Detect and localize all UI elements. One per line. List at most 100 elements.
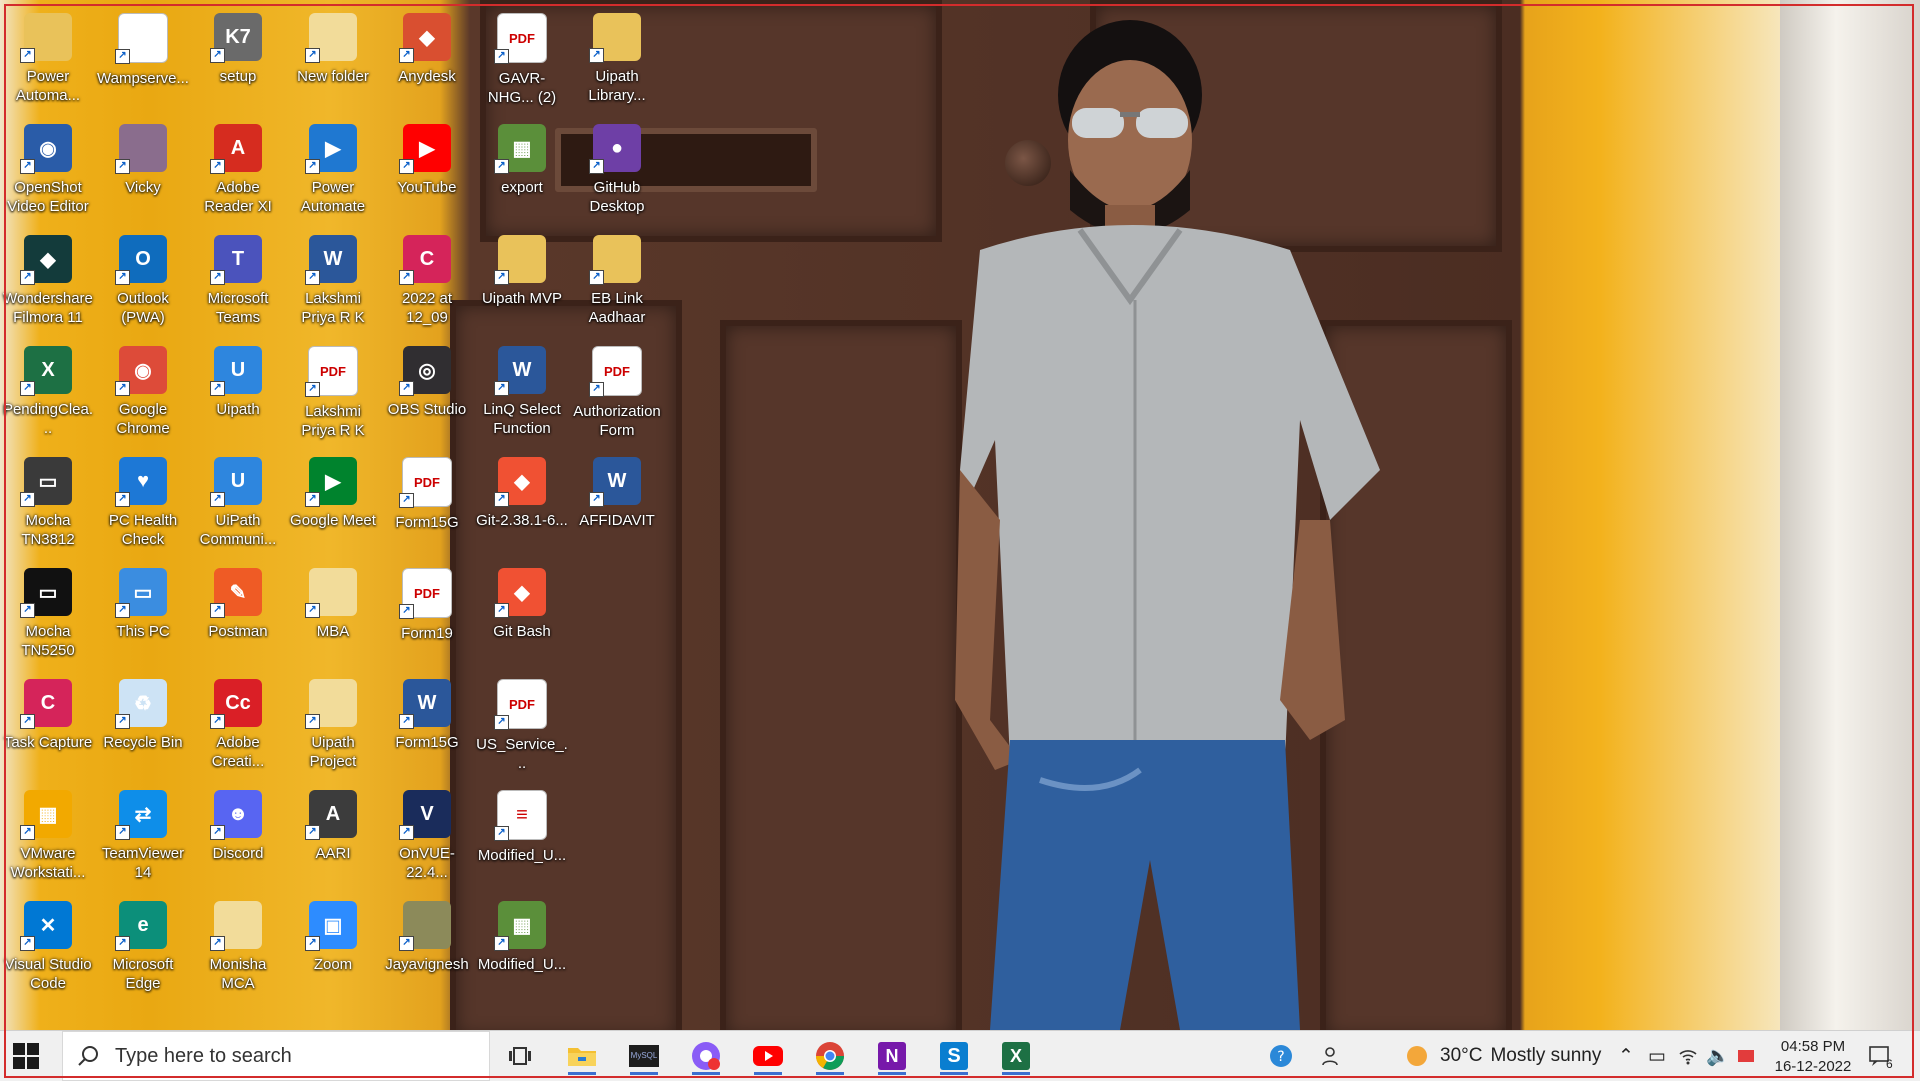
- desktop-icon[interactable]: C ↗ Task Capture: [2, 671, 94, 779]
- taskbar-clock[interactable]: 04:58 PM 16-12-2022: [1768, 1037, 1858, 1077]
- desktop-icon[interactable]: ▣ ↗ Zoom: [287, 893, 379, 1001]
- desktop-icon-label: Recycle Bin: [103, 734, 183, 751]
- desktop-icon[interactable]: ▶ ↗ YouTube: [381, 116, 473, 224]
- taskbar-chrome-profile[interactable]: [686, 1037, 726, 1075]
- desktop-icon[interactable]: ▭ ↗ Mocha TN3812: [2, 449, 94, 557]
- desktop-icon-label: Jayavignesh: [385, 956, 469, 973]
- show-hidden-icons-button[interactable]: ⌃: [1618, 1031, 1634, 1081]
- shortcut-arrow-icon: ↗: [20, 270, 35, 285]
- desktop-icon[interactable]: ▶ ↗ Power Automate: [287, 116, 379, 224]
- shortcut-arrow-icon: ↗: [210, 48, 225, 63]
- desktop-icon[interactable]: ✕ ↗ Visual Studio Code: [2, 893, 94, 1001]
- desktop-icon[interactable]: ☻ ↗ Discord: [192, 782, 284, 890]
- notifications-button[interactable]: 6: [1868, 1031, 1893, 1081]
- desktop-icon[interactable]: C ↗ 2022 at 12_09: [381, 227, 473, 335]
- shortcut-arrow-icon: ↗: [399, 270, 414, 285]
- desktop-icon[interactable]: K7 ↗ setup: [192, 5, 284, 113]
- wifi-icon: [1679, 1050, 1697, 1065]
- desktop-icon[interactable]: ◆ ↗ Git Bash: [476, 560, 568, 668]
- taskbar-onenote[interactable]: N: [872, 1037, 912, 1075]
- desktop-icon[interactable]: V ↗ OnVUE-22.4...: [381, 782, 473, 890]
- desktop-icon[interactable]: A ↗ Adobe Reader XI: [192, 116, 284, 224]
- git-icon: ◆ ↗: [494, 568, 546, 618]
- taskbar-skype[interactable]: S: [934, 1037, 974, 1075]
- help-tray-button[interactable]: ?: [1268, 1031, 1294, 1081]
- desktop-icon[interactable]: PDF ↗ GAVR-NHG... (2): [476, 5, 568, 113]
- desktop-icon[interactable]: e ↗ Microsoft Edge: [97, 893, 189, 1001]
- desktop-icon[interactable]: ● ↗ GitHub Desktop: [571, 116, 663, 224]
- desktop-icon[interactable]: ◆ ↗ Anydesk: [381, 5, 473, 113]
- desktop-icon[interactable]: U ↗ Uipath: [192, 338, 284, 446]
- desktop-icon-label: 2022 at 12_09: [401, 290, 453, 326]
- desktop-icon[interactable]: Cc ↗ Adobe Creati...: [192, 671, 284, 779]
- desktop-icon[interactable]: ↗ Jayavignesh: [381, 893, 473, 1001]
- desktop-icon[interactable]: ↗ Monisha MCA: [192, 893, 284, 1001]
- desktop-icon[interactable]: ▭ ↗ This PC: [97, 560, 189, 668]
- desktop-icon[interactable]: ◉ ↗ OpenShot Video Editor: [2, 116, 94, 224]
- taskbar-youtube[interactable]: [748, 1037, 788, 1075]
- desktop-icon[interactable]: ↗ New folder: [287, 5, 379, 113]
- desktop-icon[interactable]: ↗ Uipath Library...: [571, 5, 663, 113]
- shortcut-arrow-icon: ↗: [399, 159, 414, 174]
- desktop-icon[interactable]: ◎ ↗ OBS Studio: [381, 338, 473, 446]
- desktop-icon[interactable]: PDF ↗ Lakshmi Priya R K: [287, 338, 379, 446]
- desktop-icon[interactable]: A ↗ AARI: [287, 782, 379, 890]
- youtube-icon: [753, 1046, 783, 1066]
- desktop-icon[interactable]: PDF ↗ Form19: [381, 560, 473, 668]
- folder-icon: ↗: [589, 235, 641, 285]
- desktop-icon[interactable]: ▭ ↗ Mocha TN5250: [2, 560, 94, 668]
- desktop-icon[interactable]: ◆ ↗ Git-2.38.1-6...: [476, 449, 568, 557]
- desktop-icon-label: Adobe Reader XI: [204, 179, 272, 215]
- recycle-bin-icon: ♻ ↗: [115, 679, 167, 729]
- desktop-icon[interactable]: PDF ↗ Form15G: [381, 449, 473, 557]
- desktop-icon[interactable]: ⇄ ↗ TeamViewer 14: [97, 782, 189, 890]
- weather-widget[interactable]: 30°C Mostly sunny: [1404, 1031, 1601, 1081]
- taskbar-chrome[interactable]: [810, 1037, 850, 1075]
- tray-device-icon[interactable]: ▭: [1648, 1031, 1666, 1081]
- desktop-icon-label: Adobe Creati...: [211, 734, 265, 770]
- taskbar-file-explorer[interactable]: [562, 1037, 602, 1075]
- tray-app-icon[interactable]: [1736, 1031, 1756, 1081]
- shortcut-arrow-icon: ↗: [494, 381, 509, 396]
- desktop-icon[interactable]: ▦ ↗ VMware Workstati...: [2, 782, 94, 890]
- task-view-button[interactable]: [500, 1037, 540, 1075]
- desktop-icon[interactable]: X ↗ PendingClea...: [2, 338, 94, 446]
- desktop-icon[interactable]: W ↗ Lakshmi Priya R K: [287, 227, 379, 335]
- desktop-icon[interactable]: ♥ ↗ PC Health Check: [97, 449, 189, 557]
- desktop-icon[interactable]: ↗ EB Link Aadhaar: [571, 227, 663, 335]
- desktop-icon[interactable]: PDF ↗ US_Service_...: [476, 671, 568, 779]
- desktop-icon-label: Discord: [212, 845, 264, 862]
- desktop-icon[interactable]: U ↗ UiPath Communi...: [192, 449, 284, 557]
- desktop-icon[interactable]: T ↗ Microsoft Teams: [192, 227, 284, 335]
- windows-start-icon[interactable]: [12, 1042, 40, 1070]
- desktop-icon-label: Modified_U...: [477, 956, 567, 973]
- volume-button[interactable]: 🔈: [1706, 1031, 1730, 1081]
- desktop-icon[interactable]: ▦ ↗ export: [476, 116, 568, 224]
- desktop-icon[interactable]: ↗ Uipath MVP: [476, 227, 568, 335]
- desktop-icon[interactable]: ↗ Wampserve...: [97, 5, 189, 113]
- clock-time: 04:58 PM: [1780, 1038, 1846, 1055]
- desktop-icon[interactable]: ↗ MBA: [287, 560, 379, 668]
- onenote-icon: N: [878, 1042, 906, 1070]
- shortcut-arrow-icon: ↗: [115, 936, 130, 951]
- desktop-icon[interactable]: ↗ Power Automa...: [2, 5, 94, 113]
- desktop-icon[interactable]: O ↗ Outlook (PWA): [97, 227, 189, 335]
- desktop-icon[interactable]: PDF ↗ Authorization Form: [571, 338, 663, 446]
- desktop-icon[interactable]: ◆ ↗ Wondershare Filmora 11: [2, 227, 94, 335]
- desktop-icon[interactable]: ▦ ↗ Modified_U...: [476, 893, 568, 1001]
- taskbar-excel[interactable]: X: [996, 1037, 1036, 1075]
- desktop-icon[interactable]: ↗ Vicky: [97, 116, 189, 224]
- desktop-icon[interactable]: W ↗ Form15G: [381, 671, 473, 779]
- desktop-icon[interactable]: W ↗ AFFIDAVIT: [571, 449, 663, 557]
- desktop-icon[interactable]: ↗ Uipath Project: [287, 671, 379, 779]
- people-tray-button[interactable]: [1320, 1031, 1344, 1081]
- network-button[interactable]: [1678, 1031, 1698, 1081]
- desktop-icon[interactable]: ◉ ↗ Google Chrome: [97, 338, 189, 446]
- desktop-icon[interactable]: ♻ ↗ Recycle Bin: [97, 671, 189, 779]
- desktop-icon[interactable]: ✎ ↗ Postman: [192, 560, 284, 668]
- taskbar-search-box[interactable]: Type here to search: [62, 1031, 490, 1081]
- taskbar-mysql[interactable]: MySQL: [624, 1037, 664, 1075]
- desktop-icon[interactable]: ≡ ↗ Modified_U...: [476, 782, 568, 890]
- desktop-icon[interactable]: W ↗ LinQ Select Function: [476, 338, 568, 446]
- desktop-icon[interactable]: ▶ ↗ Google Meet: [287, 449, 379, 557]
